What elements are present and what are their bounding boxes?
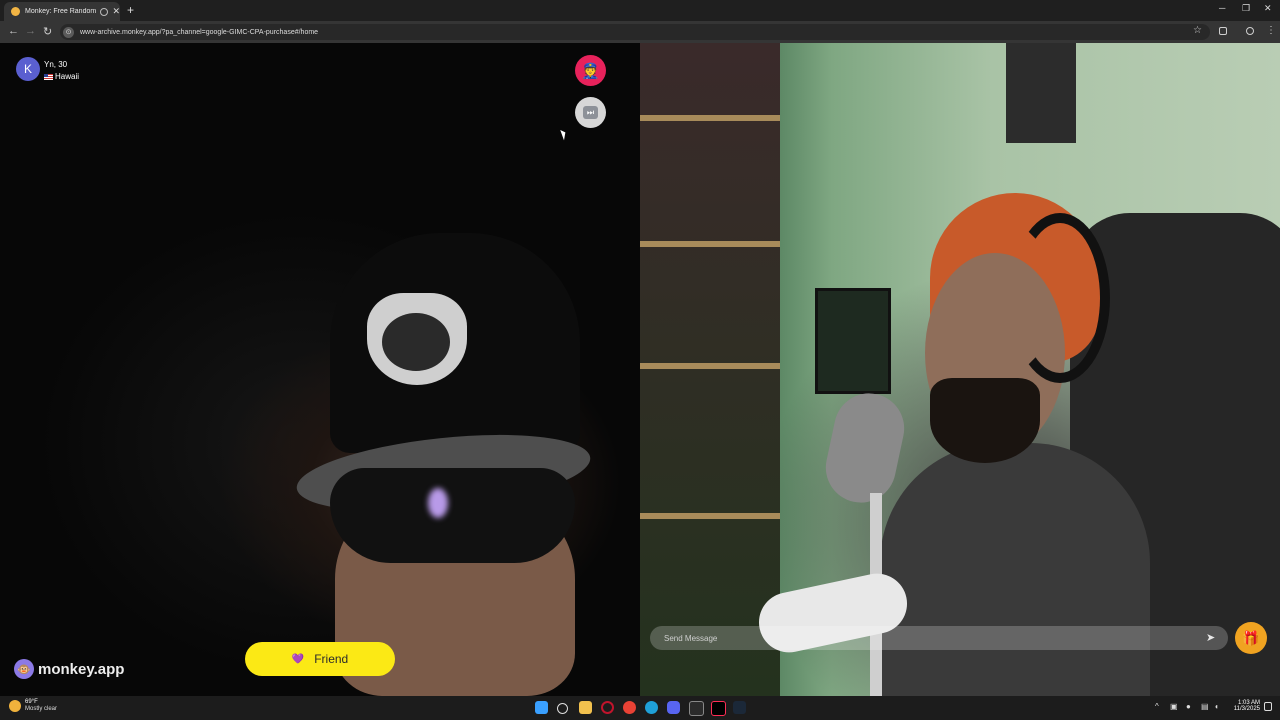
video-shelf-board [640, 115, 780, 121]
menu-kebab-icon[interactable]: ⋮ [1266, 25, 1276, 36]
opera-icon[interactable] [601, 701, 614, 714]
video-sunglasses [330, 468, 575, 563]
peer-info[interactable]: K Yn, 30 Hawaii [16, 57, 79, 81]
message-bar: ➤ [650, 626, 1228, 650]
peer-location-text: Hawaii [55, 72, 80, 81]
back-icon[interactable]: ← [8, 25, 19, 37]
address-bar[interactable]: ⊙ www-archive.monkey.app/?pa_channel=goo… [60, 24, 1210, 40]
profile-icon[interactable] [1246, 27, 1254, 35]
minimize-icon[interactable]: ─ [1219, 3, 1225, 13]
bookmark-star-icon[interactable]: ☆ [1193, 25, 1202, 36]
site-info-icon[interactable]: ⊙ [63, 26, 74, 38]
police-icon: 👮 [581, 62, 600, 80]
gift-icon: 🎁 [1242, 629, 1260, 646]
tray-overflow-icon[interactable]: ^ [1155, 702, 1159, 711]
forward-icon[interactable]: → [25, 25, 36, 37]
notification-icon[interactable] [1264, 702, 1272, 711]
peer-name-age: Yn, 30 [44, 60, 68, 69]
clock-date: 11/3/2025 [1233, 706, 1260, 712]
send-icon[interactable]: ➤ [1206, 631, 1215, 644]
network-icon[interactable]: ▤ [1201, 702, 1209, 711]
video-shelf-board [640, 241, 780, 247]
local-video-pane [640, 43, 1280, 696]
skip-icon: ⏭ [583, 106, 598, 119]
video-cap-logo-center [382, 313, 450, 371]
video-wall-frame [1006, 43, 1076, 143]
reload-icon[interactable]: ↻ [43, 25, 52, 38]
close-window-icon[interactable]: ✕ [1264, 3, 1272, 14]
video-body [880, 443, 1150, 696]
cast-icon[interactable] [1219, 27, 1227, 35]
chrome-icon[interactable] [623, 701, 636, 714]
friend-button-label: Friend [314, 652, 349, 666]
app-icon[interactable] [689, 701, 704, 716]
weather-widget[interactable]: 69°F Mostly clear [9, 699, 57, 712]
monkey-logo[interactable]: 🐵 monkey.app [14, 659, 124, 679]
peer-location: Hawaii [44, 72, 79, 81]
audio-playing-icon[interactable] [100, 7, 109, 16]
video-wall-frame [815, 288, 891, 394]
heart-icon: 💜 [291, 653, 305, 665]
video-bookshelf [640, 43, 780, 696]
video-beard [930, 378, 1040, 463]
message-input[interactable] [664, 631, 1184, 645]
weather-temp: 69°F [25, 699, 38, 705]
search-icon[interactable] [557, 703, 568, 714]
system-clock[interactable]: 1:03 AM 11/3/2025 [1226, 700, 1260, 712]
volume-icon[interactable]: ◖ [1214, 702, 1219, 711]
microphone-icon[interactable]: ● [1186, 702, 1191, 711]
video-shelf-board [640, 513, 780, 519]
tab-title: Monkey: Free Random Video Chat [25, 8, 97, 15]
discord-icon[interactable] [667, 701, 680, 714]
file-explorer-icon[interactable] [579, 701, 592, 714]
friend-button[interactable]: 💜 Friend [245, 642, 395, 676]
us-flag-icon [44, 73, 53, 80]
browser-toolbar: ← → ↻ ⊙ www-archive.monkey.app/?pa_chann… [0, 21, 1280, 43]
monkey-favicon-icon [11, 7, 20, 16]
tiktok-icon[interactable] [711, 701, 726, 716]
report-button[interactable]: 👮 [575, 55, 606, 86]
browser-tabstrip: Monkey: Free Random Video Chat ✕ + ─ ❐ ✕ [0, 0, 1280, 21]
restore-icon[interactable]: ❐ [1242, 3, 1250, 14]
browser-tab[interactable]: Monkey: Free Random Video Chat ✕ [4, 2, 120, 21]
remote-video-pane: K Yn, 30 Hawaii 👮 ⏭ 🐵 monkey.app 💜 Frien… [0, 43, 640, 696]
video-shelf-board [640, 363, 780, 369]
tray-app-icon[interactable]: ▣ [1170, 702, 1178, 711]
close-tab-icon[interactable]: ✕ [112, 6, 120, 17]
video-microphone [819, 386, 911, 510]
logo-text: monkey.app [38, 660, 125, 678]
url-text[interactable]: www-archive.monkey.app/?pa_channel=googl… [80, 29, 318, 36]
gift-button[interactable]: 🎁 [1235, 622, 1267, 654]
avatar[interactable]: K [16, 57, 40, 81]
weather-desc: Mostly clear [25, 706, 58, 712]
edge-icon[interactable] [645, 701, 658, 714]
steam-icon[interactable] [733, 701, 746, 714]
moon-weather-icon [9, 699, 21, 712]
video-glare [428, 488, 448, 518]
windows-start-icon[interactable] [535, 701, 548, 714]
monkey-icon: 🐵 [14, 659, 34, 679]
skip-button[interactable]: ⏭ [575, 97, 606, 128]
video-headset [1010, 213, 1110, 383]
remote-video-feed [0, 43, 640, 696]
os-taskbar: 69°F Mostly clear ^ ▣ ● ▤ ◖ 1:03 AM 11/3… [0, 696, 1280, 720]
new-tab-button[interactable]: + [127, 3, 134, 17]
